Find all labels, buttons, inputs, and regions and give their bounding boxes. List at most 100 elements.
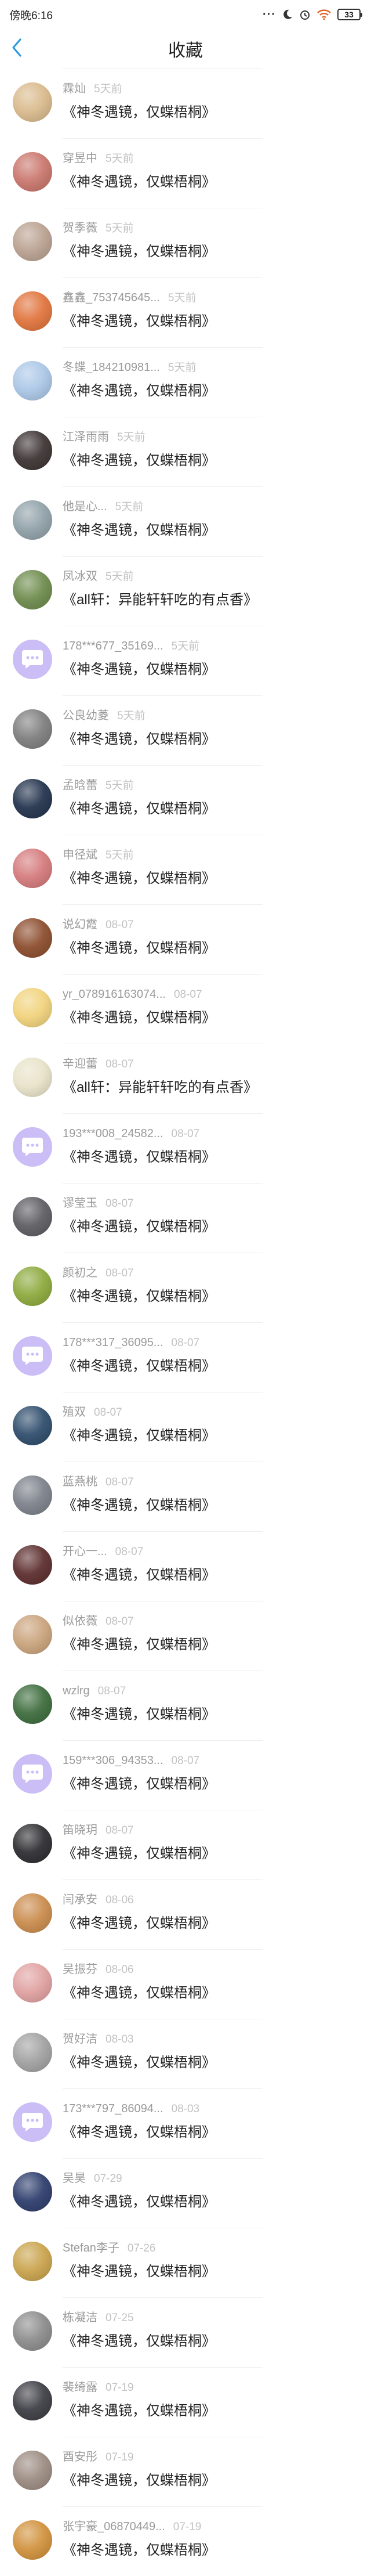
user-name: 似依薇 (63, 1615, 97, 1628)
avatar[interactable] (13, 2311, 52, 2351)
book-title: 《神冬遇镜，仅蝶梧桐》 (63, 2124, 216, 2140)
favorite-item[interactable]: 贺好洁 08-03 《神冬遇镜，仅蝶梧桐》 (0, 2019, 371, 2088)
user-name: 江泽雨雨 (63, 431, 109, 443)
default-avatar[interactable] (13, 1754, 52, 1794)
timestamp: 5天前 (106, 153, 134, 165)
favorite-item[interactable]: 酉安彤 07-19 《神冬遇镜，仅蝶梧桐》 (0, 2437, 371, 2506)
favorite-item[interactable]: 谬莹玉 08-07 《神冬遇镜，仅蝶梧桐》 (0, 1183, 371, 1253)
favorite-item[interactable]: 159***306_94353... 08-07 《神冬遇镜，仅蝶梧桐》 (0, 1740, 371, 1810)
avatar[interactable] (13, 1406, 52, 1445)
user-name: 说幻霞 (63, 918, 97, 931)
avatar[interactable] (13, 1615, 52, 1654)
avatar[interactable] (13, 709, 52, 749)
favorite-item[interactable]: 他是心... 5天前 《神冬遇镜，仅蝶梧桐》 (0, 486, 371, 556)
favorite-item[interactable]: 193***008_24582... 08-07 《神冬遇镜，仅蝶梧桐》 (0, 1113, 371, 1183)
avatar[interactable] (13, 1893, 52, 1933)
avatar[interactable] (13, 2520, 52, 2560)
default-avatar[interactable] (13, 1127, 52, 1167)
favorite-item[interactable]: 冬蝶_184210981... 5天前 《神冬遇镜，仅蝶梧桐》 (0, 347, 371, 417)
favorite-item[interactable]: 笛晓玥 08-07 《神冬遇镜，仅蝶梧桐》 (0, 1810, 371, 1879)
favorite-item[interactable]: 裴绮露 07-19 《神冬遇镜，仅蝶梧桐》 (0, 2367, 371, 2437)
favorite-item[interactable]: 蓝燕桃 08-07 《神冬遇镜，仅蝶梧桐》 (0, 1462, 371, 1531)
favorite-item[interactable]: 吴振芬 08-06 《神冬遇镜，仅蝶梧桐》 (0, 1949, 371, 2019)
avatar[interactable] (13, 431, 52, 470)
favorite-item[interactable]: 江泽雨雨 5天前 《神冬遇镜，仅蝶梧桐》 (0, 417, 371, 486)
favorite-item[interactable]: 辛迎蕾 08-07 《all轩：异能轩轩吃的有点香》 (0, 1044, 371, 1113)
default-avatar[interactable] (13, 640, 52, 679)
back-button[interactable] (10, 29, 38, 68)
favorite-item[interactable]: 说幻霞 08-07 《神冬遇镜，仅蝶梧桐》 (0, 904, 371, 974)
chat-bubble-icon (22, 650, 43, 669)
favorite-item[interactable]: 闫承安 08-06 《神冬遇镜，仅蝶梧桐》 (0, 1879, 371, 1949)
avatar[interactable] (13, 2033, 52, 2072)
favorite-item[interactable]: 开心一... 08-07 《神冬遇镜，仅蝶梧桐》 (0, 1531, 371, 1601)
favorites-list: 霖灿 5天前 《神冬遇镜，仅蝶梧桐》 穿昱中 5天前 《神冬遇镜，仅蝶梧桐》 贺季薇… (0, 68, 371, 2576)
favorite-item[interactable]: 似依薇 08-07 《神冬遇镜，仅蝶梧桐》 (0, 1601, 371, 1671)
favorite-item[interactable]: 凤冰双 5天前 《all轩：异能轩轩吃的有点香》 (0, 556, 371, 626)
avatar[interactable] (13, 918, 52, 958)
avatar[interactable] (13, 1545, 52, 1585)
timestamp: 5天前 (168, 362, 197, 374)
avatar[interactable] (13, 2242, 52, 2281)
avatar[interactable] (13, 1197, 52, 1236)
default-avatar[interactable] (13, 1336, 52, 1376)
avatar[interactable] (13, 291, 52, 331)
item-meta: 178***317_36095... 08-07 (63, 1335, 199, 1351)
favorite-item[interactable]: 穿昱中 5天前 《神冬遇镜，仅蝶梧桐》 (0, 138, 371, 208)
favorite-item[interactable]: 吴昊 07-29 《神冬遇镜，仅蝶梧桐》 (0, 2158, 371, 2228)
book-title: 《神冬遇镜，仅蝶梧桐》 (63, 1915, 216, 1931)
avatar[interactable] (13, 1824, 52, 1863)
favorite-item[interactable]: 栋凝洁 07-25 《神冬遇镜，仅蝶梧桐》 (0, 2297, 371, 2367)
avatar[interactable] (13, 1475, 52, 1515)
avatar[interactable] (13, 222, 52, 261)
user-name: 173***797_86094... (63, 2102, 163, 2115)
avatar[interactable] (13, 152, 52, 192)
favorite-item[interactable]: Stefan李子 07-26 《神冬遇镜，仅蝶梧桐》 (0, 2228, 371, 2297)
item-meta: 颜初之 08-07 (63, 1265, 134, 1281)
chat-bubble-icon (22, 1138, 43, 1156)
favorite-item[interactable]: 178***317_36095... 08-07 《神冬遇镜，仅蝶梧桐》 (0, 1322, 371, 1392)
favorite-item[interactable]: 颜初之 08-07 《神冬遇镜，仅蝶梧桐》 (0, 1253, 371, 1322)
user-name: 闫承安 (63, 1893, 97, 1906)
favorite-item[interactable]: yr_078916163074... 08-07 《神冬遇镜，仅蝶梧桐》 (0, 974, 371, 1044)
book-title: 《神冬遇镜，仅蝶梧桐》 (63, 522, 216, 538)
favorite-item[interactable]: 张宇豪_06870449... 07-19 《神冬遇镜，仅蝶梧桐》 (0, 2506, 371, 2576)
avatar[interactable] (13, 988, 52, 1027)
book-title: 《神冬遇镜，仅蝶梧桐》 (63, 244, 216, 259)
favorite-item[interactable]: 173***797_86094... 08-03 《神冬遇镜，仅蝶梧桐》 (0, 2088, 371, 2158)
avatar[interactable] (13, 570, 52, 609)
user-name: 栋凝洁 (63, 2311, 97, 2324)
item-meta: Stefan李子 07-26 (63, 2241, 155, 2256)
favorite-item[interactable]: 孟晗蕾 5天前 《神冬遇镜，仅蝶梧桐》 (0, 765, 371, 835)
favorite-item[interactable]: wzlrg 08-07 《神冬遇镜，仅蝶梧桐》 (0, 1671, 371, 1740)
favorite-item[interactable]: 霖灿 5天前 《神冬遇镜，仅蝶梧桐》 (0, 68, 371, 138)
user-name: yr_078916163074... (63, 988, 166, 1001)
avatar[interactable] (13, 1267, 52, 1306)
favorite-item[interactable]: 贺季薇 5天前 《神冬遇镜，仅蝶梧桐》 (0, 208, 371, 277)
avatar[interactable] (13, 2451, 52, 2490)
avatar[interactable] (13, 2172, 52, 2211)
avatar[interactable] (13, 1963, 52, 2003)
avatar[interactable] (13, 82, 52, 122)
item-meta: 178***677_35169... 5天前 (63, 638, 199, 654)
item-meta: 霖灿 5天前 (63, 81, 122, 97)
favorite-item[interactable]: 殖双 08-07 《神冬遇镜，仅蝶梧桐》 (0, 1392, 371, 1462)
timestamp: 5天前 (115, 501, 144, 513)
favorite-item[interactable]: 鑫鑫_753745645... 5天前 《神冬遇镜，仅蝶梧桐》 (0, 277, 371, 347)
item-meta: 似依薇 08-07 (63, 1614, 134, 1629)
favorite-item[interactable]: 公良幼菱 5天前 《神冬遇镜，仅蝶梧桐》 (0, 695, 371, 765)
avatar[interactable] (13, 361, 52, 401)
item-meta: 凤冰双 5天前 (63, 569, 134, 585)
avatar[interactable] (13, 500, 52, 540)
user-name: 凤冰双 (63, 570, 97, 583)
default-avatar[interactable] (13, 2102, 52, 2142)
favorite-item[interactable]: 申径斌 5天前 《神冬遇镜，仅蝶梧桐》 (0, 835, 371, 904)
avatar[interactable] (13, 2381, 52, 2420)
avatar[interactable] (13, 779, 52, 818)
user-name: 178***317_36095... (63, 1336, 163, 1349)
timestamp: 08-06 (106, 1894, 134, 1906)
avatar[interactable] (13, 1684, 52, 1724)
avatar[interactable] (13, 849, 52, 888)
favorite-item[interactable]: 178***677_35169... 5天前 《神冬遇镜，仅蝶梧桐》 (0, 626, 371, 695)
avatar[interactable] (13, 1058, 52, 1097)
